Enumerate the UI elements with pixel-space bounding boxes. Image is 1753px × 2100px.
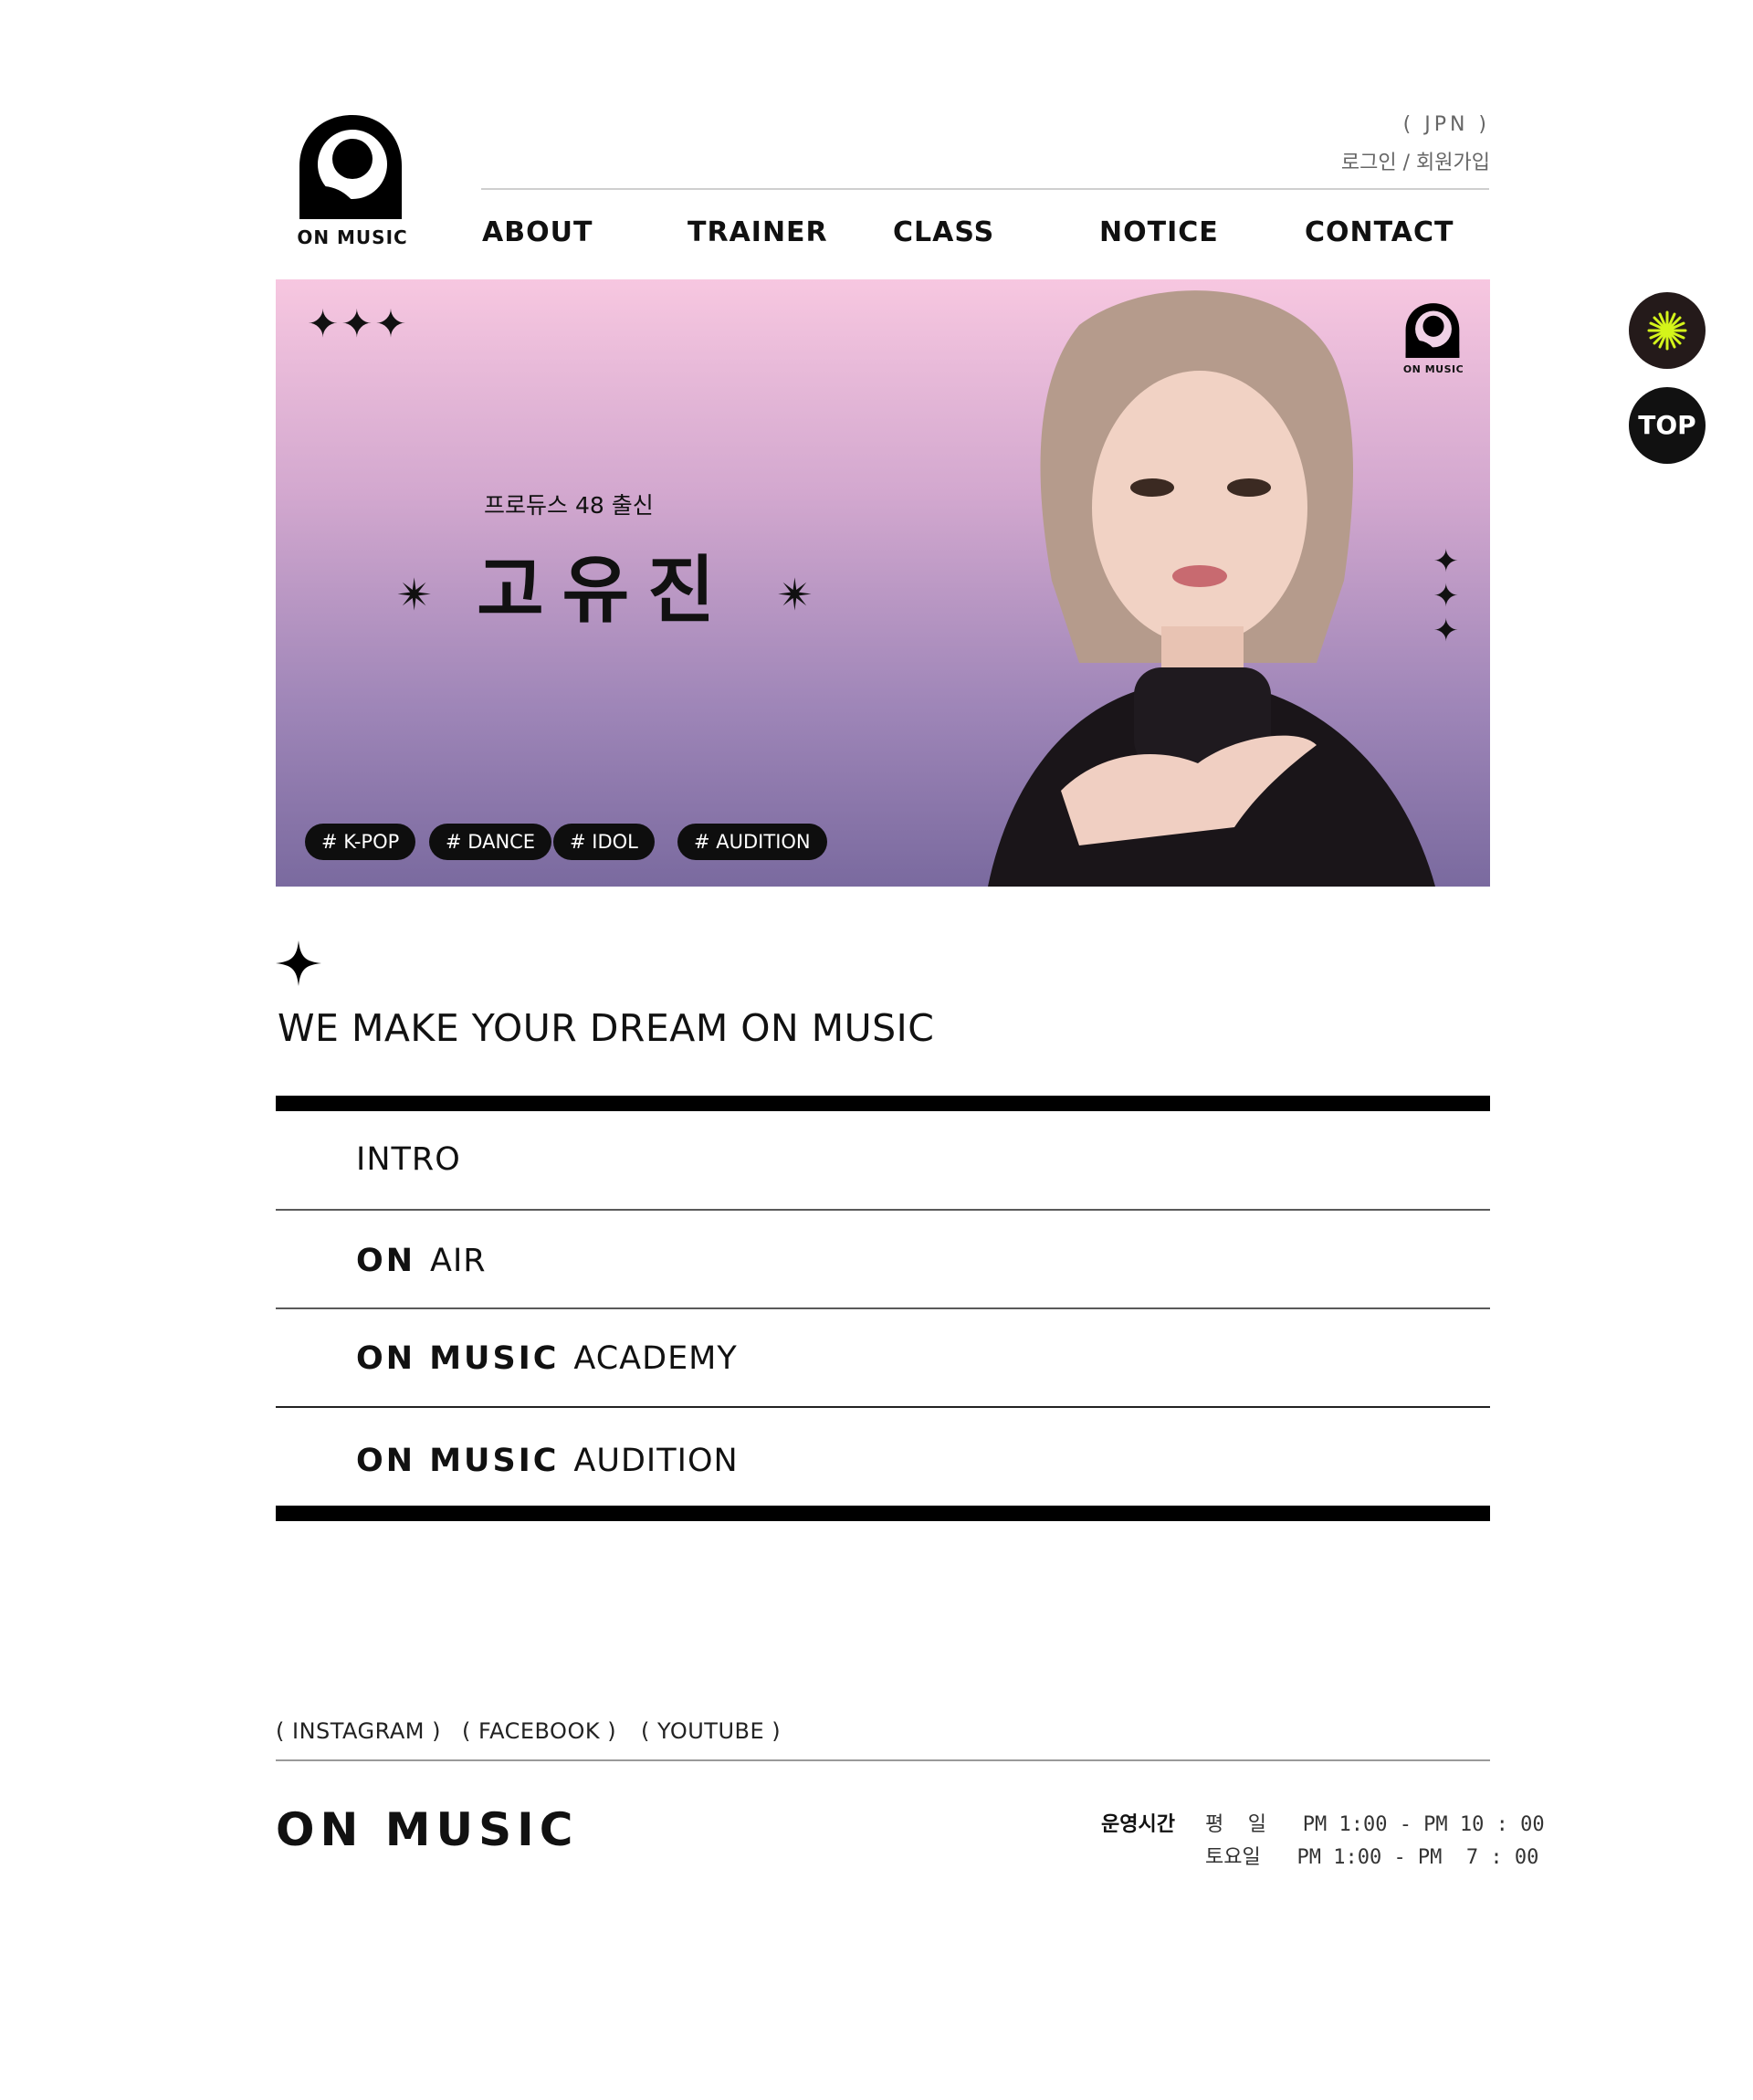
nav-divider [481, 188, 1489, 190]
menu-top-rule [276, 1096, 1490, 1111]
youtube-link[interactable]: ( YOUTUBE ) [641, 1718, 781, 1744]
banner-name: ✴ 고유진 ✴ [396, 531, 814, 637]
menu-brand-text: ON [356, 1243, 416, 1279]
nav-class[interactable]: CLASS [893, 216, 994, 248]
starburst-icon: ✴ [776, 570, 814, 622]
instagram-link[interactable]: ( INSTAGRAM ) [276, 1718, 441, 1744]
menu-intro-label: INTRO [356, 1141, 461, 1178]
hours-time: PM 1:00 - PM 7 : 00 [1296, 1846, 1539, 1869]
banner-logo: ON MUSIC [1399, 301, 1468, 383]
tag-dance[interactable]: # DANCE [429, 824, 552, 860]
menu-divider [276, 1406, 1490, 1408]
hours-label: 운영시간 [1101, 1813, 1175, 1836]
login-signup-link[interactable]: 로그인 / 회원가입 [1341, 146, 1490, 175]
section-headline: WE MAKE YOUR DREAM ON MUSIC [278, 1006, 935, 1050]
hours-saturday: 토요일 PM 1:00 - PM 7 : 00 [1205, 1841, 1538, 1870]
menu-divider [276, 1209, 1490, 1211]
tag-idol[interactable]: # IDOL [553, 824, 655, 860]
facebook-link[interactable]: ( FACEBOOK ) [462, 1718, 616, 1744]
menu-academy-label: ACADEMY [573, 1340, 738, 1377]
trainer-portrait-image [988, 290, 1435, 887]
nav-contact[interactable]: CONTACT [1305, 216, 1454, 248]
menu-brand-text: ON MUSIC [356, 1443, 560, 1479]
footer-logo: ON MUSIC [276, 1803, 579, 1856]
hours-day: 평 일 [1205, 1813, 1266, 1836]
menu-on-air-label: AIR [430, 1243, 487, 1279]
banner-subtitle: 프로듀스 48 출신 [484, 492, 654, 519]
trainer-name: 고유진 [477, 548, 733, 633]
menu-divider [276, 1307, 1490, 1309]
starburst-icon: ✴ [396, 570, 434, 622]
logo-mark-icon [299, 115, 402, 219]
nav-notice[interactable]: NOTICE [1099, 216, 1219, 248]
nav-about[interactable]: ABOUT [482, 216, 593, 248]
banner-logo-text: ON MUSIC [1402, 363, 1464, 375]
hours-day: 토요일 [1205, 1846, 1261, 1869]
language-switch[interactable]: ( JPN ) [1403, 113, 1490, 136]
nav-trainer[interactable]: TRAINER [688, 216, 828, 248]
hero-banner[interactable]: ✦✦✦ 프로듀스 48 출신 ✴ 고유진 ✴ ✦ ✦ ✦ ON MUSIC # K-… [276, 279, 1490, 887]
menu-bottom-rule [276, 1506, 1490, 1521]
hours-weekday: 평 일 PM 1:00 - PM 10 : 00 [1205, 1808, 1545, 1837]
starburst-icon [1647, 310, 1687, 351]
floating-star-button[interactable] [1629, 292, 1706, 369]
hours-time: PM 1:00 - PM 10 : 00 [1302, 1813, 1545, 1836]
menu-brand-text: ON MUSIC [356, 1340, 560, 1377]
sparkle-stars-icon: ✦✦✦ [307, 301, 409, 346]
site-logo[interactable]: ON MUSIC [294, 111, 411, 248]
vertical-sparkles-icon: ✦ ✦ ✦ [1433, 543, 1460, 649]
logo-mark-icon [1405, 303, 1460, 358]
sparkle-icon [276, 940, 321, 986]
menu-audition-label: AUDITION [573, 1443, 739, 1479]
footer-divider [276, 1759, 1490, 1761]
menu-on-air[interactable]: ON AIR [356, 1243, 487, 1279]
scroll-top-button[interactable]: TOP [1629, 387, 1706, 464]
menu-audition[interactable]: ON MUSIC AUDITION [356, 1443, 739, 1479]
tag-audition[interactable]: # AUDITION [677, 824, 827, 860]
menu-intro[interactable]: INTRO [356, 1141, 461, 1178]
menu-academy[interactable]: ON MUSIC ACADEMY [356, 1340, 738, 1377]
tag-kpop[interactable]: # K-POP [305, 824, 416, 860]
logo-text: ON MUSIC [297, 226, 408, 248]
